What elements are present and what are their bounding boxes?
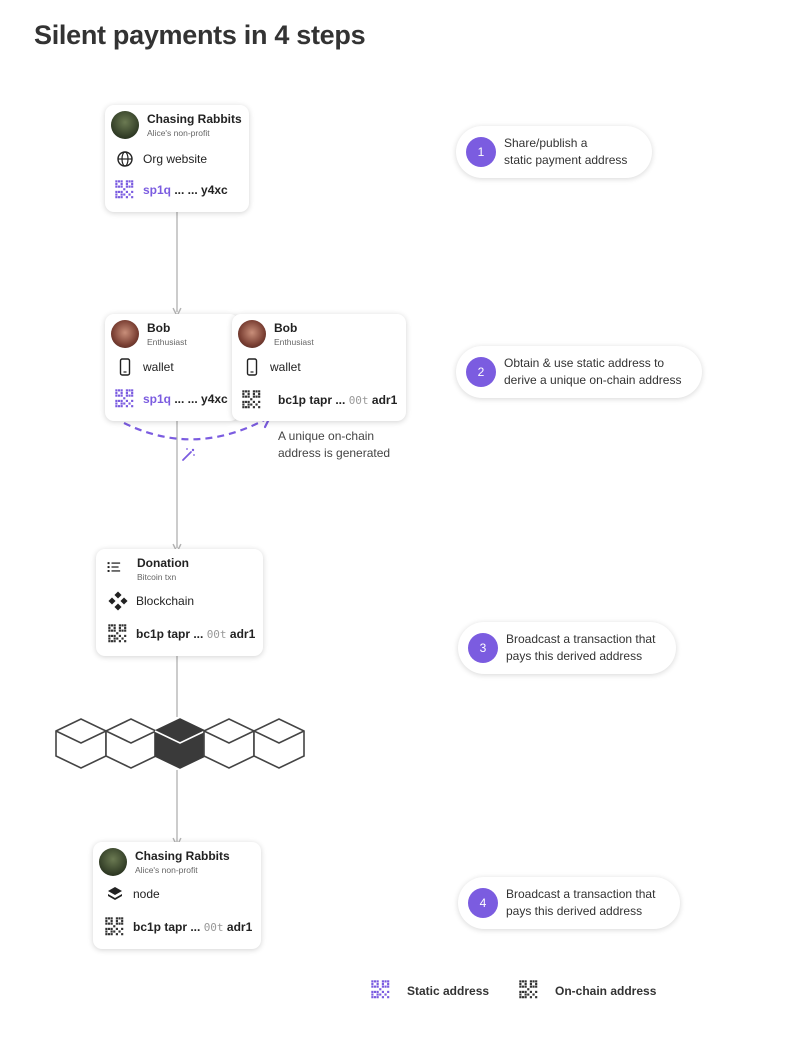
step-1: 1 Share/publish a static payment address: [456, 126, 652, 178]
wallet-label: wallet: [270, 360, 301, 374]
wallet-label: wallet: [143, 360, 174, 374]
step-number: 1: [466, 137, 496, 167]
rabbit-avatar: [111, 111, 139, 139]
card-name: Chasing Rabbits: [147, 112, 242, 126]
donation-transaction-card: Donation Bitcoin txn Blockchain bc1p tap…: [96, 549, 263, 656]
card-subtitle: Enthusiast: [274, 337, 314, 347]
card-subtitle: Alice's non-profit: [147, 128, 210, 138]
card-subtitle: Bitcoin txn: [137, 572, 177, 582]
static-address-qr-icon: [115, 180, 134, 199]
alice-profile-card: Chasing Rabbits Alice's non-profit Org w…: [105, 105, 249, 212]
static-address-qr-icon: [115, 389, 134, 408]
step-2: 2 Obtain & use static address to derive a…: [456, 346, 702, 398]
globe-icon: [117, 151, 133, 167]
step-number: 4: [468, 888, 498, 918]
step-3: 3 Broadcast a transaction that pays this …: [458, 622, 676, 674]
card-name: Bob: [274, 321, 298, 335]
onchain-address[interactable]: bc1p tapr ... 00t adr1: [136, 627, 255, 641]
transaction-list-icon: [107, 562, 121, 572]
bob-avatar: [111, 320, 139, 348]
card-name: Chasing Rabbits: [135, 849, 230, 863]
card-subtitle: Alice's non-profit: [135, 865, 198, 875]
phone-icon: [246, 358, 258, 376]
website-label: Org website: [143, 152, 208, 166]
bob-wallet-card-onchain: Bob Enthusiast wallet bc1p tapr ... 00t …: [232, 314, 406, 421]
step-4: 4 Broadcast a transaction that pays this …: [458, 877, 680, 929]
onchain-address[interactable]: bc1p tapr ... 00t adr1: [133, 920, 252, 934]
onchain-address[interactable]: bc1p tapr ... 00t adr1: [278, 393, 397, 407]
blockchain-illustration: [55, 718, 305, 769]
card-name: Donation: [137, 556, 189, 570]
legend-static-label: Static address: [407, 984, 490, 998]
onchain-address-qr-icon: [105, 917, 124, 936]
static-address[interactable]: sp1q ... ... y4xc: [143, 183, 228, 197]
phone-icon: [119, 358, 131, 376]
rabbit-avatar: [99, 848, 127, 876]
generated-address-note: A unique on-chain address is generated: [278, 429, 391, 460]
node-icon: [108, 887, 122, 900]
static-address-qr-icon: [371, 980, 390, 999]
blockchain-icon: [108, 591, 128, 611]
onchain-address-qr-icon: [242, 390, 261, 409]
card-name: Bob: [147, 321, 171, 335]
blockchain-label: Blockchain: [136, 594, 195, 608]
onchain-address-qr-icon: [108, 624, 127, 643]
alice-node-card: Chasing Rabbits Alice's non-profit node …: [93, 842, 261, 949]
bob-avatar: [238, 320, 266, 348]
legend-onchain-label: On-chain address: [555, 984, 657, 998]
bob-wallet-card-static: Bob Enthusiast wallet sp1q ... ... y4xc: [105, 314, 239, 421]
magic-wand-icon: [182, 448, 195, 461]
derive-arrow: [123, 417, 269, 441]
onchain-address-qr-icon: [519, 980, 538, 999]
static-address[interactable]: sp1q ... ... y4xc: [143, 392, 228, 406]
step-number: 3: [468, 633, 498, 663]
step-number: 2: [466, 357, 496, 387]
node-label: node: [133, 887, 160, 901]
card-subtitle: Enthusiast: [147, 337, 187, 347]
